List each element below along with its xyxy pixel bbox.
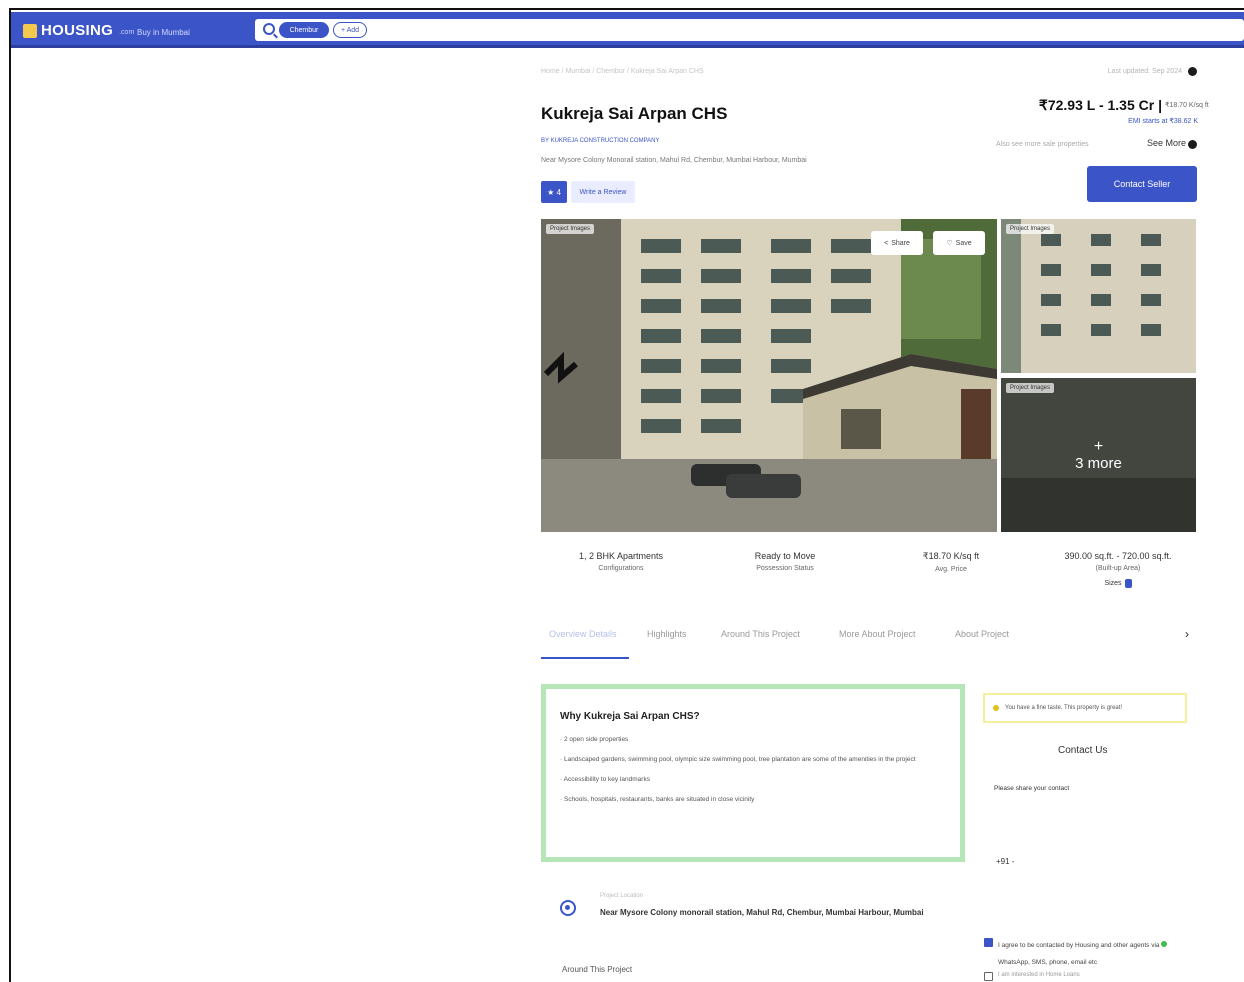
- developer-link[interactable]: BY KUKREJA CONSTRUCTION COMPANY: [541, 138, 659, 144]
- city-selector[interactable]: Buy in Mumbai: [137, 28, 190, 37]
- info-icon: [1124, 579, 1132, 588]
- scan-left-edge: [9, 8, 11, 982]
- why-title: Why Kukreja Sai Arpan CHS?: [560, 711, 700, 722]
- star-icon: [993, 705, 999, 711]
- why-point: · 2 open side properties: [560, 736, 629, 743]
- why-point: · Accessibility to key landmarks: [560, 776, 650, 783]
- secondary-photo[interactable]: Project Images: [1001, 219, 1196, 373]
- why-point: · Landscaped gardens, swimming pool, oly…: [560, 756, 916, 763]
- price-range: ₹72.93 L - 1.35 Cr |: [1038, 97, 1162, 113]
- chevron-right-icon[interactable]: ›: [1185, 627, 1189, 641]
- phone-input[interactable]: +91 -: [996, 857, 1014, 866]
- share-button[interactable]: < Share: [871, 231, 923, 255]
- see-more-icon[interactable]: [1188, 140, 1197, 149]
- taste-notice: You have a fine taste. This property is …: [983, 693, 1187, 723]
- share-icon: <: [884, 239, 889, 247]
- see-more-link[interactable]: See More: [1147, 138, 1186, 148]
- stat-value: 1, 2 BHK Apartments: [578, 551, 664, 561]
- location-label: Project Location: [600, 893, 644, 899]
- page-title: Kukreja Sai Arpan CHS: [541, 104, 728, 123]
- more-photos[interactable]: + 3 more Project Images: [1001, 378, 1196, 532]
- see-more-lead: Also see more sale properties: [996, 141, 1089, 148]
- section-tabs: Overview Details Highlights Around This …: [541, 627, 1197, 661]
- contact-title: Contact Us: [1058, 745, 1108, 756]
- share-label: Share: [891, 239, 910, 247]
- add-locality-chip[interactable]: + Add: [333, 22, 367, 38]
- stat-value: ₹18.70 K/sq ft: [922, 551, 980, 561]
- last-updated: Last updated: Sep 2024: [1107, 68, 1182, 75]
- stat-value: 390.00 sq.ft. - 720.00 sq.ft.: [1064, 551, 1172, 561]
- active-tab-indicator: [541, 657, 629, 659]
- around-heading: Around This Project: [562, 965, 633, 974]
- navbar: HOUSING .com Buy in Mumbai Chembur + Add: [11, 12, 1244, 48]
- photo-tag: Project Images: [546, 224, 595, 234]
- save-button[interactable]: ♡ Save: [933, 231, 985, 255]
- stat-sizes: 390.00 sq.ft. - 720.00 sq.ft. (Built-up …: [1040, 551, 1196, 590]
- stat-label: Possession Status: [756, 565, 814, 572]
- building-photo-2: [1001, 219, 1196, 373]
- share-contact-label: Please share your contact: [994, 785, 1070, 792]
- stat-value: Ready to Move: [754, 551, 816, 561]
- photo-tag: Project Images: [1006, 224, 1055, 234]
- why-point: · Schools, hospitals, restaurants, banks…: [560, 796, 755, 803]
- more-photos-overlay[interactable]: + 3 more: [1001, 378, 1196, 532]
- rating-badge[interactable]: ★ 4: [541, 181, 567, 203]
- why-list: · 2 open side properties · Landscaped ga…: [560, 734, 946, 805]
- location-pin-icon: [560, 900, 576, 916]
- logo-sub: .com: [119, 29, 135, 36]
- emi-link[interactable]: EMI starts at ₹38.62 K: [1128, 117, 1198, 125]
- home-loan-checkbox[interactable]: [984, 972, 993, 981]
- stat-configurations: 1, 2 BHK Apartments Configurations: [566, 551, 676, 572]
- tab-highlights[interactable]: Highlights: [647, 629, 687, 639]
- tab-around[interactable]: Around This Project: [721, 629, 800, 639]
- home-loan-label: I am interested in Home Loans: [998, 972, 1080, 978]
- stat-label: Avg. Price: [935, 566, 967, 573]
- stat-label: (Built-up Area): [1095, 565, 1141, 572]
- plus-icon: +: [1093, 437, 1104, 455]
- locality-chip[interactable]: Chembur: [279, 22, 329, 38]
- logo-text: HOUSING: [41, 22, 114, 39]
- photo-tag: Project Images: [1006, 383, 1055, 393]
- heart-icon: ♡: [946, 240, 953, 247]
- contact-seller-button[interactable]: Contact Seller: [1087, 166, 1197, 202]
- tab-overview[interactable]: Overview Details: [549, 629, 617, 639]
- price-per-sqft: ₹18.70 K/sq ft: [1165, 102, 1209, 109]
- stat-label: Configurations: [598, 565, 644, 572]
- info-icon[interactable]: [1188, 67, 1197, 76]
- whatsapp-icon: [1161, 941, 1168, 947]
- search-icon[interactable]: [263, 23, 275, 35]
- save-label: Save: [955, 239, 972, 247]
- search-bar[interactable]: Chembur + Add: [255, 19, 1244, 41]
- housing-logo[interactable]: HOUSING .com: [23, 22, 134, 39]
- sizes-label: Sizes: [1104, 580, 1122, 587]
- more-photos-label: 3 more: [1075, 454, 1122, 472]
- agree-text-b: WhatsApp, SMS, phone, email etc: [998, 959, 1097, 966]
- scan-top-edge: [9, 8, 1244, 10]
- logo-icon: [23, 23, 37, 38]
- stat-possession: Ready to Move Possession Status: [730, 551, 840, 572]
- location-address: Near Mysore Colony monorail station, Mah…: [600, 908, 924, 917]
- main-photo[interactable]: Project Images < Share ♡ Save: [541, 219, 997, 532]
- agree-checkbox[interactable]: [984, 938, 993, 947]
- why-project-card: Why Kukreja Sai Arpan CHS? · 2 open side…: [541, 684, 965, 862]
- stat-avg-price: ₹18.70 K/sq ft Avg. Price: [896, 551, 1006, 573]
- agree-text-a: I agree to be contacted by Housing and o…: [998, 942, 1160, 949]
- tab-about[interactable]: About Project: [955, 629, 1009, 639]
- tab-more-about[interactable]: More About Project: [839, 629, 916, 639]
- building-photo: [541, 219, 997, 532]
- notice-text: You have a fine taste. This property is …: [1005, 705, 1123, 711]
- agree-text: I agree to be contacted by Housing and o…: [998, 937, 1178, 971]
- breadcrumb[interactable]: Home / Mumbai / Chembur / Kukreja Sai Ar…: [541, 68, 704, 75]
- project-address: Near Mysore Colony Monorail station, Mah…: [541, 157, 807, 164]
- write-review-button[interactable]: Write a Review: [571, 181, 635, 203]
- sizes-info[interactable]: Sizes: [1104, 579, 1132, 588]
